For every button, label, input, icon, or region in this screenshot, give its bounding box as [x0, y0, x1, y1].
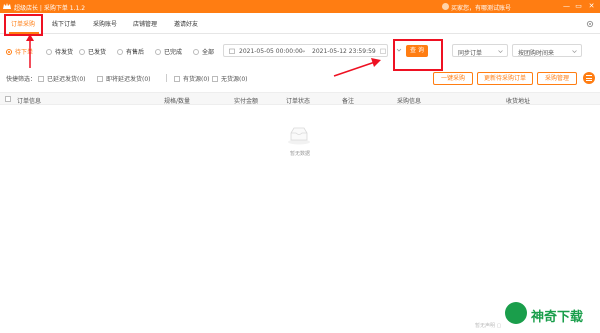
chevron-down-icon	[498, 50, 503, 53]
column-order-status: 订单状态	[286, 98, 311, 105]
date-start[interactable]: 2021-05-05 00:00:00	[239, 48, 303, 55]
filter-delayed-shipping[interactable]: 已延迟发货(0)	[38, 74, 86, 83]
date-end[interactable]: 2021-05-12 23:59:59	[312, 48, 376, 55]
filter-soon-delayed[interactable]: 即将延迟发货(0)	[97, 74, 151, 83]
annotation-arrow-right	[333, 58, 381, 77]
date-range-picker[interactable]: 2021-05-05 00:00:00 → 2021-05-12 23:59:5…	[223, 44, 388, 57]
crown-logo-icon	[3, 3, 11, 9]
purchase-management-button[interactable]: 采购管理	[537, 72, 577, 85]
update-pending-orders-button[interactable]: 更新待采购订单	[477, 72, 533, 85]
watermark-text: 神奇下载	[531, 310, 584, 325]
sync-orders-select[interactable]: 同步订单	[452, 44, 508, 57]
close-button[interactable]: ✕	[587, 2, 596, 11]
filter-has-source[interactable]: 有货源(0)	[174, 74, 210, 83]
empty-state-text: 暂无数据	[289, 151, 310, 157]
menu-icon[interactable]	[583, 72, 595, 84]
status-radio-shipped[interactable]: 已发货	[79, 47, 106, 56]
filter-no-source[interactable]: 无货源(0)	[212, 74, 248, 83]
chevron-down-icon	[572, 50, 577, 53]
status-radio-after-sale[interactable]: 有售后	[117, 47, 144, 56]
tab-store-management[interactable]: 店铺管理	[133, 19, 157, 28]
title-bar: 超级店长 | 采购下单 1.1.2 买家您，有哪测试账号 — ▭ ✕	[0, 0, 600, 13]
tab-invite-friends[interactable]: 邀请好友	[174, 19, 198, 28]
status-radio-completed[interactable]: 已完成	[155, 47, 182, 56]
tab-offline-orders[interactable]: 线下订单	[52, 19, 76, 28]
user-info[interactable]: 买家您，有哪测试账号	[451, 3, 511, 12]
user-avatar[interactable]	[442, 3, 449, 10]
minimize-button[interactable]: —	[562, 2, 571, 11]
gear-icon[interactable]	[586, 20, 594, 28]
table-header: 订单信息 规格/数量 实付金额 订单状态 备注 采购信息 收货地址	[0, 92, 600, 105]
column-amount-paid: 实付金额	[234, 98, 259, 105]
app-title: 超级店长 | 采购下单 1.1.2	[14, 5, 86, 12]
column-spec-qty: 规格/数量	[164, 98, 191, 105]
quick-filter-label: 快捷筛选：	[6, 76, 37, 83]
column-order-info: 订单信息	[17, 98, 42, 105]
column-purchase-info: 采购信息	[397, 98, 422, 105]
empty-box-icon	[288, 127, 310, 145]
annotation-box-query	[393, 39, 443, 71]
one-click-purchase-button[interactable]: 一键采购	[433, 72, 473, 85]
site-watermark: 神奇下载	[505, 300, 595, 326]
time-sort-select[interactable]: 按团购时间来	[512, 44, 582, 57]
footer-faint-text: 暂无声明 ▢	[475, 323, 502, 329]
watermark-logo-icon	[505, 302, 527, 324]
annotation-arrow-up	[26, 34, 34, 68]
tab-purchase-accounts[interactable]: 采购账号	[93, 19, 117, 28]
divider	[166, 74, 167, 82]
calendar-icon	[229, 48, 235, 54]
annotation-box-tab	[4, 14, 43, 36]
column-remarks: 备注	[342, 98, 355, 105]
restore-button[interactable]: ▭	[574, 2, 583, 11]
main-tabs: 订单采购 线下订单 采购账号 店铺管理 邀请好友	[0, 13, 600, 34]
calendar-end-icon	[380, 48, 386, 54]
status-radio-pending-ship[interactable]: 待发货	[46, 47, 73, 56]
column-shipping-address: 收货地址	[506, 98, 531, 105]
status-radio-all[interactable]: 全部	[193, 47, 214, 56]
select-all-checkbox[interactable]	[5, 96, 11, 102]
date-separator: →	[300, 48, 306, 55]
